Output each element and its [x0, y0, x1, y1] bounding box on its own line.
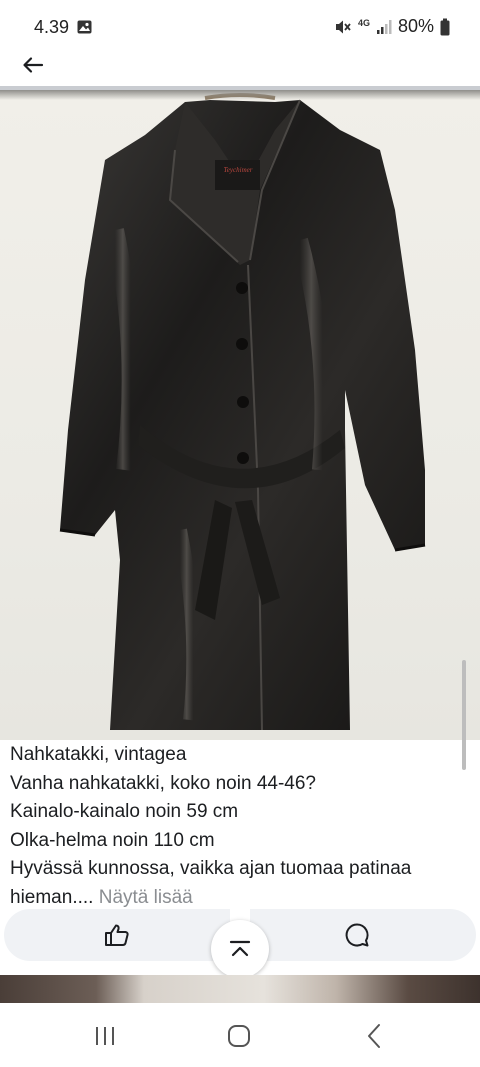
- next-photo[interactable]: [0, 975, 480, 1003]
- description-line: hieman....: [10, 886, 94, 908]
- like-icon[interactable]: [104, 923, 130, 947]
- status-time: 4.39: [34, 17, 70, 37]
- status-bar: 4.39 4G 80%: [0, 0, 480, 52]
- description-line: Vanha nahkatakki, koko noin 44-46?: [10, 772, 316, 794]
- photo-shadow: [0, 90, 480, 100]
- battery-icon: [440, 18, 450, 35]
- collapse-up-icon[interactable]: [229, 939, 251, 959]
- system-nav-bar: [0, 1003, 480, 1067]
- gallery-icon: [77, 20, 92, 34]
- signal-icon: [376, 19, 392, 34]
- description-line: Hyvässä kunnossa, vaikka ajan tuomaa pat…: [10, 858, 412, 879]
- battery-level: 80%: [397, 16, 434, 36]
- see-more-link[interactable]: Näytä lisää: [99, 887, 193, 908]
- network-type: 4G: [357, 17, 370, 28]
- top-bar: [0, 52, 480, 88]
- collapse-button[interactable]: [211, 920, 269, 978]
- description-line: Olka-helma noin 110 cm: [10, 829, 215, 851]
- back-icon[interactable]: [364, 1023, 384, 1049]
- leather-coat-photo[interactable]: Teychimer: [0, 90, 480, 740]
- back-arrow-icon[interactable]: [20, 52, 46, 78]
- description-line: Nahkatakki, vintagea: [10, 744, 187, 765]
- home-icon[interactable]: [227, 1024, 251, 1048]
- listing-description: Nahkatakki, vintagea Vanha nahkatakki, k…: [10, 741, 470, 912]
- description-last-line: hieman.... Näytä lisää: [10, 884, 470, 913]
- status-indicators: 4G 80%: [334, 16, 450, 37]
- comment-icon[interactable]: [344, 922, 370, 948]
- mute-icon: [335, 20, 351, 33]
- coat-illustration: Teychimer: [59, 93, 426, 731]
- description-line: Kainalo-kainalo noin 59 cm: [10, 801, 239, 822]
- svg-text:Teychimer: Teychimer: [224, 166, 253, 174]
- recent-apps-icon[interactable]: [93, 1025, 117, 1047]
